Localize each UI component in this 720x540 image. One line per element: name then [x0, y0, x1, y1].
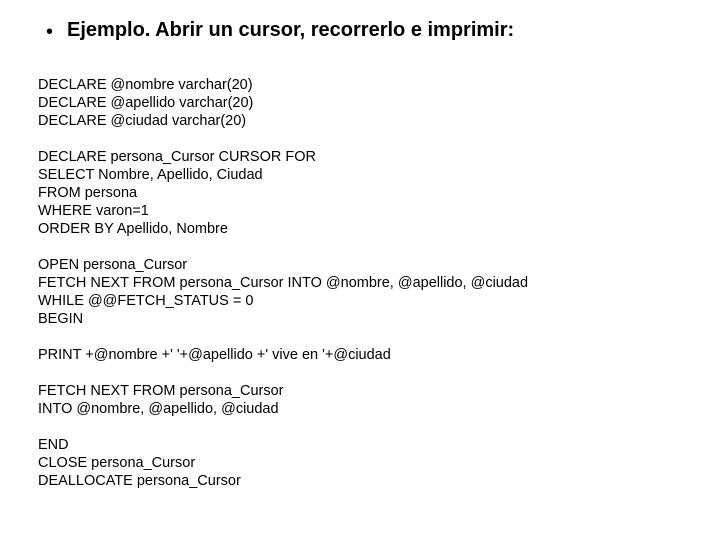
bullet-icon: •	[46, 20, 53, 44]
title-row: • Ejemplo. Abrir un cursor, recorrerlo e…	[46, 18, 692, 44]
code-line: WHERE varon=1	[38, 203, 149, 219]
code-block: DECLARE @nombre varchar(20) DECLARE @ape…	[38, 58, 692, 508]
code-line: DECLARE persona_Cursor CURSOR FOR	[38, 149, 316, 165]
code-line: DEALLOCATE persona_Cursor	[38, 473, 241, 489]
code-line: SELECT Nombre, Apellido, Ciudad	[38, 167, 263, 183]
code-line: BEGIN	[38, 311, 83, 327]
code-line: DECLARE @apellido varchar(20)	[38, 95, 253, 111]
slide-title: Ejemplo. Abrir un cursor, recorrerlo e i…	[67, 18, 514, 42]
code-line: ORDER BY Apellido, Nombre	[38, 221, 228, 237]
code-line: OPEN persona_Cursor	[38, 257, 187, 273]
code-line: DECLARE @nombre varchar(20)	[38, 77, 253, 93]
code-line: FETCH NEXT FROM persona_Cursor INTO @nom…	[38, 275, 528, 291]
code-line: DECLARE @ciudad varchar(20)	[38, 113, 246, 129]
code-line: PRINT +@nombre +' '+@apellido +' vive en…	[38, 347, 391, 363]
code-line: INTO @nombre, @apellido, @ciudad	[38, 401, 279, 417]
code-line: WHILE @@FETCH_STATUS = 0	[38, 293, 253, 309]
code-line: FROM persona	[38, 185, 137, 201]
code-line: END	[38, 437, 69, 453]
code-line: FETCH NEXT FROM persona_Cursor	[38, 383, 283, 399]
code-line: CLOSE persona_Cursor	[38, 455, 195, 471]
slide-page: • Ejemplo. Abrir un cursor, recorrerlo e…	[0, 0, 720, 518]
